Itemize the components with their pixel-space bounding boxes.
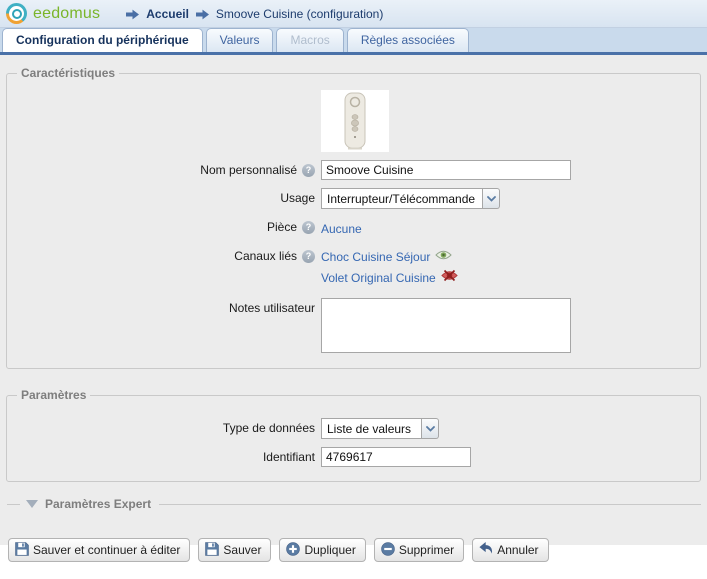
linked-channels-row: Canaux liés Choc Cuisine Séjour [15, 246, 692, 290]
identifier-input[interactable] [321, 447, 471, 467]
breadcrumb: Accueil Smoove Cuisine (configuration) [126, 7, 383, 21]
channel-link[interactable]: Choc Cuisine Séjour [321, 250, 430, 264]
tab-macros: Macros [276, 28, 343, 52]
duplicate-button[interactable]: Dupliquer [279, 538, 365, 562]
section-caracteristiques: Caractéristiques [6, 66, 701, 369]
identifier-row: Identifiant [15, 447, 692, 467]
divider [7, 504, 20, 505]
room-link[interactable]: Aucune [321, 222, 362, 236]
data-type-select[interactable]: Liste de valeurs [321, 418, 439, 439]
user-notes-textarea[interactable] [321, 298, 571, 353]
breadcrumb-arrow-icon [126, 9, 139, 20]
usage-select-value[interactable]: Interrupteur/Télécommande [321, 188, 483, 209]
chevron-down-icon[interactable] [422, 418, 439, 439]
save-icon [15, 542, 29, 559]
brand-name: eedomus [33, 5, 100, 23]
data-type-label: Type de données [223, 421, 315, 435]
eedomus-config-page: eedomus Accueil Smoove Cuisine (configur… [0, 0, 707, 579]
breadcrumb-home[interactable]: Accueil [146, 7, 189, 21]
cancel-button[interactable]: Annuler [472, 538, 548, 562]
custom-name-input[interactable] [321, 160, 571, 180]
device-image [321, 90, 389, 152]
save-and-continue-button[interactable]: Sauver et continuer à éditer [8, 538, 190, 562]
divider [159, 504, 701, 505]
chevron-down-icon[interactable] [483, 188, 500, 209]
linked-channels-label: Canaux liés [234, 249, 297, 263]
breadcrumb-current: Smoove Cuisine (configuration) [216, 7, 383, 21]
usage-row: Usage Interrupteur/Télécommande [15, 188, 692, 209]
plus-circle-icon [286, 542, 300, 559]
channel-item: Choc Cuisine Séjour [321, 248, 458, 266]
room-label: Pièce [267, 220, 297, 234]
main-content: Caractéristiques [0, 55, 707, 545]
eye-hidden-icon[interactable] [441, 269, 458, 287]
tab-valeurs[interactable]: Valeurs [206, 28, 274, 52]
custom-name-label: Nom personnalisé [200, 163, 297, 177]
device-image-row [15, 90, 692, 152]
usage-select[interactable]: Interrupteur/Télécommande [321, 188, 500, 209]
save-icon [205, 542, 219, 559]
save-button[interactable]: Sauver [198, 538, 271, 562]
channel-link[interactable]: Volet Original Cuisine [321, 271, 436, 285]
eedomus-logo-icon[interactable] [6, 3, 27, 24]
help-icon[interactable] [302, 250, 315, 263]
user-notes-label: Notes utilisateur [229, 301, 315, 315]
help-icon[interactable] [302, 164, 315, 177]
data-type-select-value[interactable]: Liste de valeurs [321, 418, 422, 439]
data-type-row: Type de données Liste de valeurs [15, 418, 692, 439]
tab-configuration[interactable]: Configuration du périphérique [2, 28, 203, 52]
section-parametres-expert: Paramètres Expert [7, 497, 701, 511]
undo-icon [479, 542, 493, 558]
collapse-triangle-icon[interactable] [26, 500, 38, 508]
help-icon[interactable] [302, 221, 315, 234]
minus-circle-icon [381, 542, 395, 559]
eye-visible-icon[interactable] [435, 248, 452, 266]
tab-regles-associees[interactable]: Règles associées [347, 28, 469, 52]
app-header: eedomus Accueil Smoove Cuisine (configur… [0, 0, 707, 28]
delete-button[interactable]: Supprimer [374, 538, 464, 562]
section-parametres-legend: Paramètres [17, 388, 90, 402]
identifier-label: Identifiant [263, 450, 315, 464]
room-row: Pièce Aucune [15, 217, 692, 238]
section-parametres: Paramètres Type de données Liste de vale… [6, 388, 701, 482]
custom-name-row: Nom personnalisé [15, 160, 692, 180]
tab-bar: Configuration du périphérique Valeurs Ma… [0, 28, 707, 52]
usage-label: Usage [280, 191, 315, 205]
section-caracteristiques-legend: Caractéristiques [17, 66, 119, 80]
section-parametres-expert-legend[interactable]: Paramètres Expert [45, 497, 151, 511]
action-buttons: Sauver et continuer à éditer Sauver [8, 538, 707, 562]
channel-item: Volet Original Cuisine [321, 269, 458, 287]
breadcrumb-arrow-icon [196, 9, 209, 20]
user-notes-row: Notes utilisateur [15, 298, 692, 358]
